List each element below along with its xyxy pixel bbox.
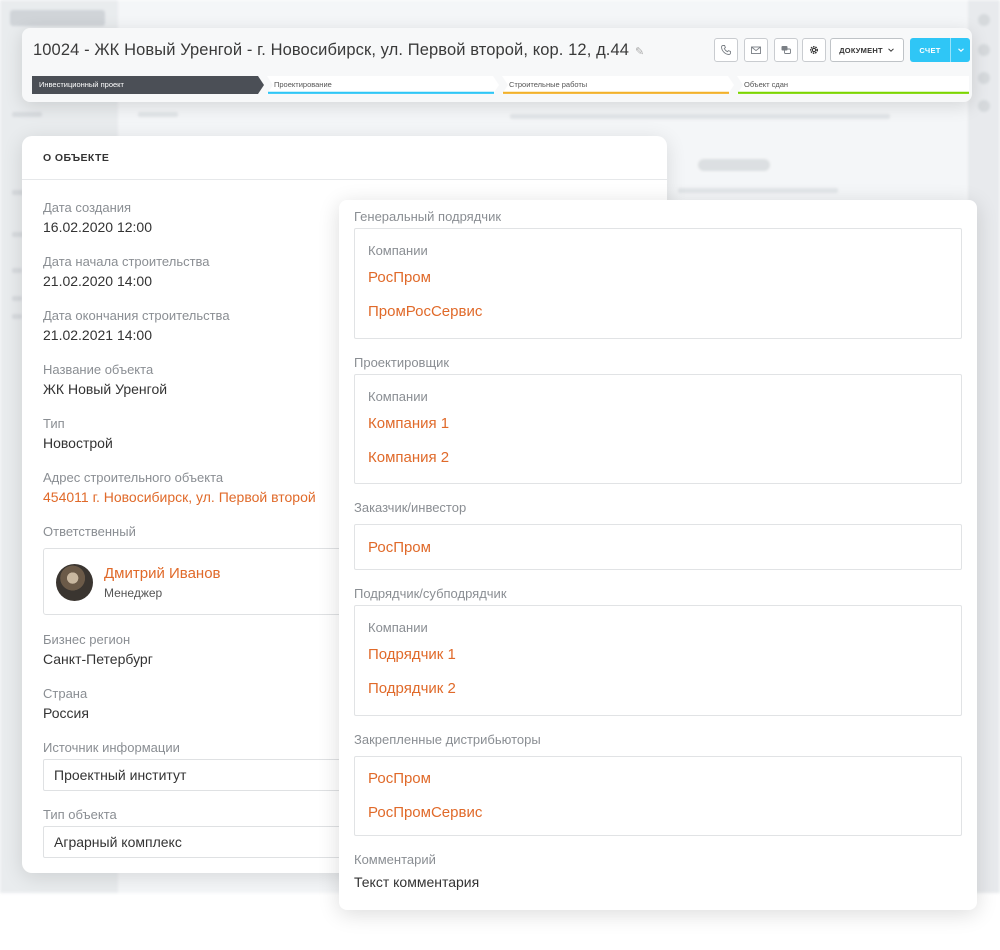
customer-box: РосПром — [354, 524, 962, 570]
stage-construction[interactable]: Строительные работы — [502, 76, 734, 94]
field-region-label: Бизнес регион — [43, 632, 131, 647]
comment-value: Текст комментария — [354, 874, 480, 890]
designer-box: Компании Компания 1 Компания 2 — [354, 374, 962, 484]
field-region: Бизнес регион Санкт-Петербург — [43, 632, 153, 667]
contractor-sub: Компании — [368, 620, 428, 635]
designer-label: Проектировщик — [354, 355, 450, 370]
chat-bubbles-icon — [781, 46, 791, 54]
responsible-name-link[interactable]: Дмитрий Иванов — [104, 565, 221, 582]
source-input[interactable]: Проектный институт — [43, 759, 363, 791]
field-created-label: Дата создания — [43, 200, 132, 215]
invoice-menu-toggle[interactable] — [951, 46, 970, 54]
background-logo — [10, 10, 105, 26]
envelope-icon — [751, 46, 761, 54]
general-contractor-box: Компании РосПром ПромРосСервис — [354, 228, 962, 339]
designer-sub: Компании — [368, 389, 428, 404]
distributors-box: РосПром РосПромСервис — [354, 756, 962, 836]
chevron-down-icon — [957, 48, 964, 52]
field-type-value: Новострой — [43, 435, 113, 451]
field-country-label: Страна — [43, 686, 88, 701]
avatar[interactable] — [56, 564, 93, 601]
company-link[interactable]: Подрядчик 2 — [368, 680, 456, 697]
contractor-box: Компании Подрядчик 1 Подрядчик 2 — [354, 605, 962, 716]
field-end: Дата окончания строительства 21.02.2021 … — [43, 308, 230, 343]
stage-design[interactable]: Проектирование — [267, 76, 499, 94]
document-button-label: ДОКУМЕНТ — [839, 45, 883, 55]
field-source-label: Источник информации — [43, 740, 180, 755]
contractor-label: Подрядчик/субподрядчик — [354, 586, 507, 601]
chevron-down-icon — [887, 48, 894, 52]
responsible-person-card: Дмитрий Иванов Менеджер — [43, 548, 363, 615]
background-pill — [698, 159, 770, 171]
document-button[interactable]: ДОКУМЕНТ — [830, 38, 904, 62]
settings-button[interactable] — [802, 38, 826, 62]
stage-construction-label: Строительные работы — [509, 80, 588, 89]
object-header: 10024 - ЖК Новый Уренгой - г. Новосибирс… — [22, 28, 972, 102]
field-end-label: Дата окончания строительства — [43, 308, 230, 323]
field-start: Дата начала строительства 21.02.2020 14:… — [43, 254, 210, 289]
chat-button[interactable] — [774, 38, 798, 62]
invoice-button[interactable]: СЧЕТ — [910, 38, 970, 62]
field-end-value: 21.02.2021 14:00 — [43, 327, 152, 343]
page-title: 10024 - ЖК Новый Уренгой - г. Новосибирс… — [33, 41, 644, 60]
field-name-value: ЖК Новый Уренгой — [43, 381, 168, 397]
parties-card: Генеральный подрядчик Компании РосПром П… — [339, 200, 977, 910]
field-objtype: Тип объекта — [43, 807, 117, 822]
distributors-label: Закрепленные дистрибьюторы — [354, 732, 541, 747]
field-objtype-label: Тип объекта — [43, 807, 117, 822]
company-link[interactable]: РосПром — [368, 269, 431, 286]
field-type-label: Тип — [43, 416, 65, 431]
stage-investment-label: Инвестиционный проект — [39, 80, 124, 89]
object-type-input[interactable]: Аграрный комплекс — [43, 826, 363, 858]
address-link[interactable]: 454011 г. Новосибирск, ул. Первой второй — [43, 489, 316, 505]
phone-icon — [721, 45, 731, 55]
field-name-label: Название объекта — [43, 362, 154, 377]
field-responsible-label: Ответственный — [43, 524, 136, 539]
field-address-label: Адрес строительного объекта — [43, 470, 224, 485]
company-link[interactable]: Компания 1 — [368, 415, 449, 432]
invoice-button-label: СЧЕТ — [919, 45, 941, 55]
field-responsible: Ответственный — [43, 524, 136, 539]
stage-design-label: Проектирование — [274, 80, 332, 89]
company-link[interactable]: РосПром — [368, 770, 431, 787]
field-address: Адрес строительного объекта 454011 г. Но… — [43, 470, 316, 505]
field-country: Страна Россия — [43, 686, 89, 721]
field-start-value: 21.02.2020 14:00 — [43, 273, 152, 289]
comment-label: Комментарий — [354, 852, 436, 867]
field-country-value: Россия — [43, 705, 89, 721]
field-type: Тип Новострой — [43, 416, 113, 451]
general-contractor-sub: Компании — [368, 243, 428, 258]
company-link[interactable]: Подрядчик 1 — [368, 646, 456, 663]
email-button[interactable] — [744, 38, 768, 62]
company-link[interactable]: РосПромСервис — [368, 804, 482, 821]
responsible-role: Менеджер — [104, 586, 163, 600]
general-contractor-label: Генеральный подрядчик — [354, 209, 502, 224]
about-object-heading: О ОБЪЕКТЕ — [22, 136, 667, 180]
field-source: Источник информации — [43, 740, 180, 755]
edit-pencil-icon[interactable]: ✎ — [635, 46, 644, 58]
field-created: Дата создания 16.02.2020 12:00 — [43, 200, 152, 235]
field-name: Название объекта ЖК Новый Уренгой — [43, 362, 167, 397]
stage-completed[interactable]: Объект сдан — [737, 76, 969, 94]
stage-completed-label: Объект сдан — [744, 80, 789, 89]
field-created-value: 16.02.2020 12:00 — [43, 219, 152, 235]
company-link[interactable]: РосПром — [368, 539, 431, 556]
field-start-label: Дата начала строительства — [43, 254, 210, 269]
pipeline-stages: Инвестиционный проект Проектирование Стр… — [32, 76, 969, 94]
call-button[interactable] — [714, 38, 738, 62]
company-link[interactable]: ПромРосСервис — [368, 303, 482, 320]
page-title-text: 10024 - ЖК Новый Уренгой - г. Новосибирс… — [33, 41, 630, 59]
stage-investment[interactable]: Инвестиционный проект — [32, 76, 264, 94]
customer-label: Заказчик/инвестор — [354, 500, 467, 515]
field-region-value: Санкт-Петербург — [43, 651, 153, 667]
company-link[interactable]: Компания 2 — [368, 449, 449, 466]
gear-icon — [809, 45, 819, 55]
